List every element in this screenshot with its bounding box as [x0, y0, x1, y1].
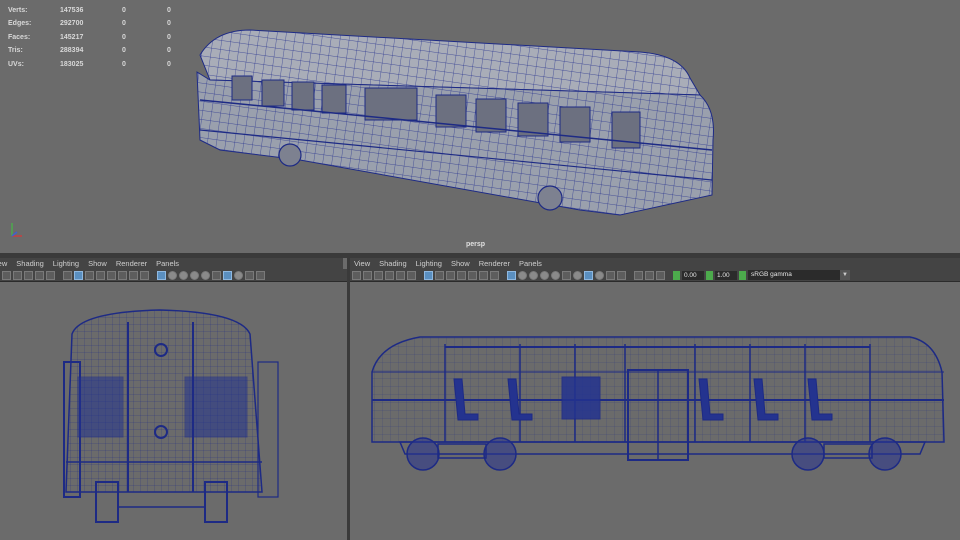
front-panel-menubar: iew Shading Lighting Show Renderer Panel…	[0, 258, 343, 269]
antialiasing-icon[interactable]	[256, 270, 265, 280]
menu-show[interactable]: Show	[451, 259, 470, 268]
ambient-occlusion-icon[interactable]	[234, 270, 243, 280]
chevron-down-icon: ▼	[840, 270, 850, 280]
menu-shading[interactable]: Shading	[16, 259, 44, 268]
gate-mask-icon[interactable]	[457, 270, 466, 280]
smooth-shade-icon[interactable]	[518, 270, 527, 280]
textured-icon[interactable]	[540, 270, 549, 280]
film-gate-icon[interactable]	[85, 270, 94, 280]
image-plane-icon[interactable]	[385, 270, 394, 280]
heads-up-display-icon[interactable]	[634, 270, 643, 280]
default-material-icon[interactable]	[529, 270, 538, 280]
axis-gizmo-icon	[8, 220, 28, 240]
grease-pencil-icon[interactable]	[46, 270, 55, 280]
image-plane-icon[interactable]	[35, 270, 44, 280]
menu-renderer[interactable]: Renderer	[116, 259, 147, 268]
shadows-icon[interactable]	[562, 270, 571, 280]
menu-view[interactable]: View	[354, 259, 370, 268]
select-camera-icon[interactable]	[2, 270, 11, 280]
menu-panels[interactable]: Panels	[519, 259, 542, 268]
gamma-field[interactable]: 1.00	[715, 270, 737, 280]
menu-renderer[interactable]: Renderer	[479, 259, 510, 268]
motion-blur-icon[interactable]	[245, 270, 254, 280]
field-chart-icon[interactable]	[118, 270, 127, 280]
textured-icon[interactable]	[190, 270, 199, 280]
side-panel-toolbar: 0.00 1.00 sRGB gamma ▼	[350, 269, 960, 282]
side-panel-menubar: View Shading Lighting Show Renderer Pane…	[350, 258, 960, 269]
bookmark-icon[interactable]	[374, 270, 383, 280]
menu-view[interactable]: iew	[0, 259, 7, 268]
safe-title-icon[interactable]	[490, 270, 499, 280]
gamma-toggle-icon[interactable]	[706, 270, 713, 280]
xray-icon[interactable]	[584, 270, 593, 280]
select-camera-icon[interactable]	[352, 270, 361, 280]
xray-icon[interactable]	[223, 270, 232, 280]
color-management-toggle-icon[interactable]	[739, 270, 746, 280]
wireframe-icon[interactable]	[157, 270, 166, 280]
camera-label: persp	[466, 241, 486, 248]
default-material-icon[interactable]	[179, 270, 188, 280]
menu-shading[interactable]: Shading	[379, 259, 407, 268]
camera-attributes-icon[interactable]	[363, 270, 372, 280]
view-transform-dropdown[interactable]: sRGB gamma ▼	[748, 270, 850, 280]
shadows-icon[interactable]	[212, 270, 221, 280]
streetcar-side-wireframe[interactable]	[350, 282, 960, 540]
streetcar-front-wireframe[interactable]	[0, 282, 347, 540]
lights-icon[interactable]	[201, 270, 210, 280]
resolution-gate-icon[interactable]	[96, 270, 105, 280]
grid-icon[interactable]	[424, 270, 433, 280]
menu-lighting[interactable]: Lighting	[416, 259, 442, 268]
streetcar-perspective-mesh[interactable]	[0, 0, 960, 253]
2d-pan-zoom-icon[interactable]	[407, 270, 416, 280]
grid-icon[interactable]	[74, 270, 83, 280]
perspective-viewport[interactable]: Verts: 147536 0 0 Edges: 292700 0 0 Face…	[0, 0, 960, 253]
safe-action-icon[interactable]	[129, 270, 138, 280]
field-chart-icon[interactable]	[468, 270, 477, 280]
menu-show[interactable]: Show	[88, 259, 107, 268]
camera-attributes-icon[interactable]	[13, 270, 22, 280]
front-viewport[interactable]: iew Shading Lighting Show Renderer Panel…	[0, 258, 347, 540]
view-transform-label: sRGB gamma	[751, 271, 792, 278]
front-panel-toolbar	[0, 269, 347, 282]
menu-lighting[interactable]: Lighting	[53, 259, 79, 268]
menu-panels[interactable]: Panels	[156, 259, 179, 268]
resolution-gate-icon[interactable]	[446, 270, 455, 280]
screen-space-ao-icon[interactable]	[573, 270, 582, 280]
exposure-icon[interactable]	[645, 270, 654, 280]
safe-action-icon[interactable]	[479, 270, 488, 280]
lights-icon[interactable]	[551, 270, 560, 280]
grease-pencil-icon[interactable]	[396, 270, 405, 280]
safe-title-icon[interactable]	[140, 270, 149, 280]
exposure-toggle-icon[interactable]	[673, 270, 680, 280]
gamma-icon[interactable]	[656, 270, 665, 280]
wireframe-icon[interactable]	[507, 270, 516, 280]
motion-blur-icon[interactable]	[606, 270, 615, 280]
exposure-field[interactable]: 0.00	[682, 270, 704, 280]
antialiasing-icon[interactable]	[617, 270, 626, 280]
gate-mask-icon[interactable]	[107, 270, 116, 280]
bookmark-icon[interactable]	[24, 270, 33, 280]
film-gate-icon[interactable]	[435, 270, 444, 280]
isolate-select-icon[interactable]	[595, 270, 604, 280]
smooth-shade-icon[interactable]	[168, 270, 177, 280]
side-viewport[interactable]: View Shading Lighting Show Renderer Pane…	[350, 258, 960, 540]
2d-pan-zoom-icon[interactable]	[63, 270, 72, 280]
